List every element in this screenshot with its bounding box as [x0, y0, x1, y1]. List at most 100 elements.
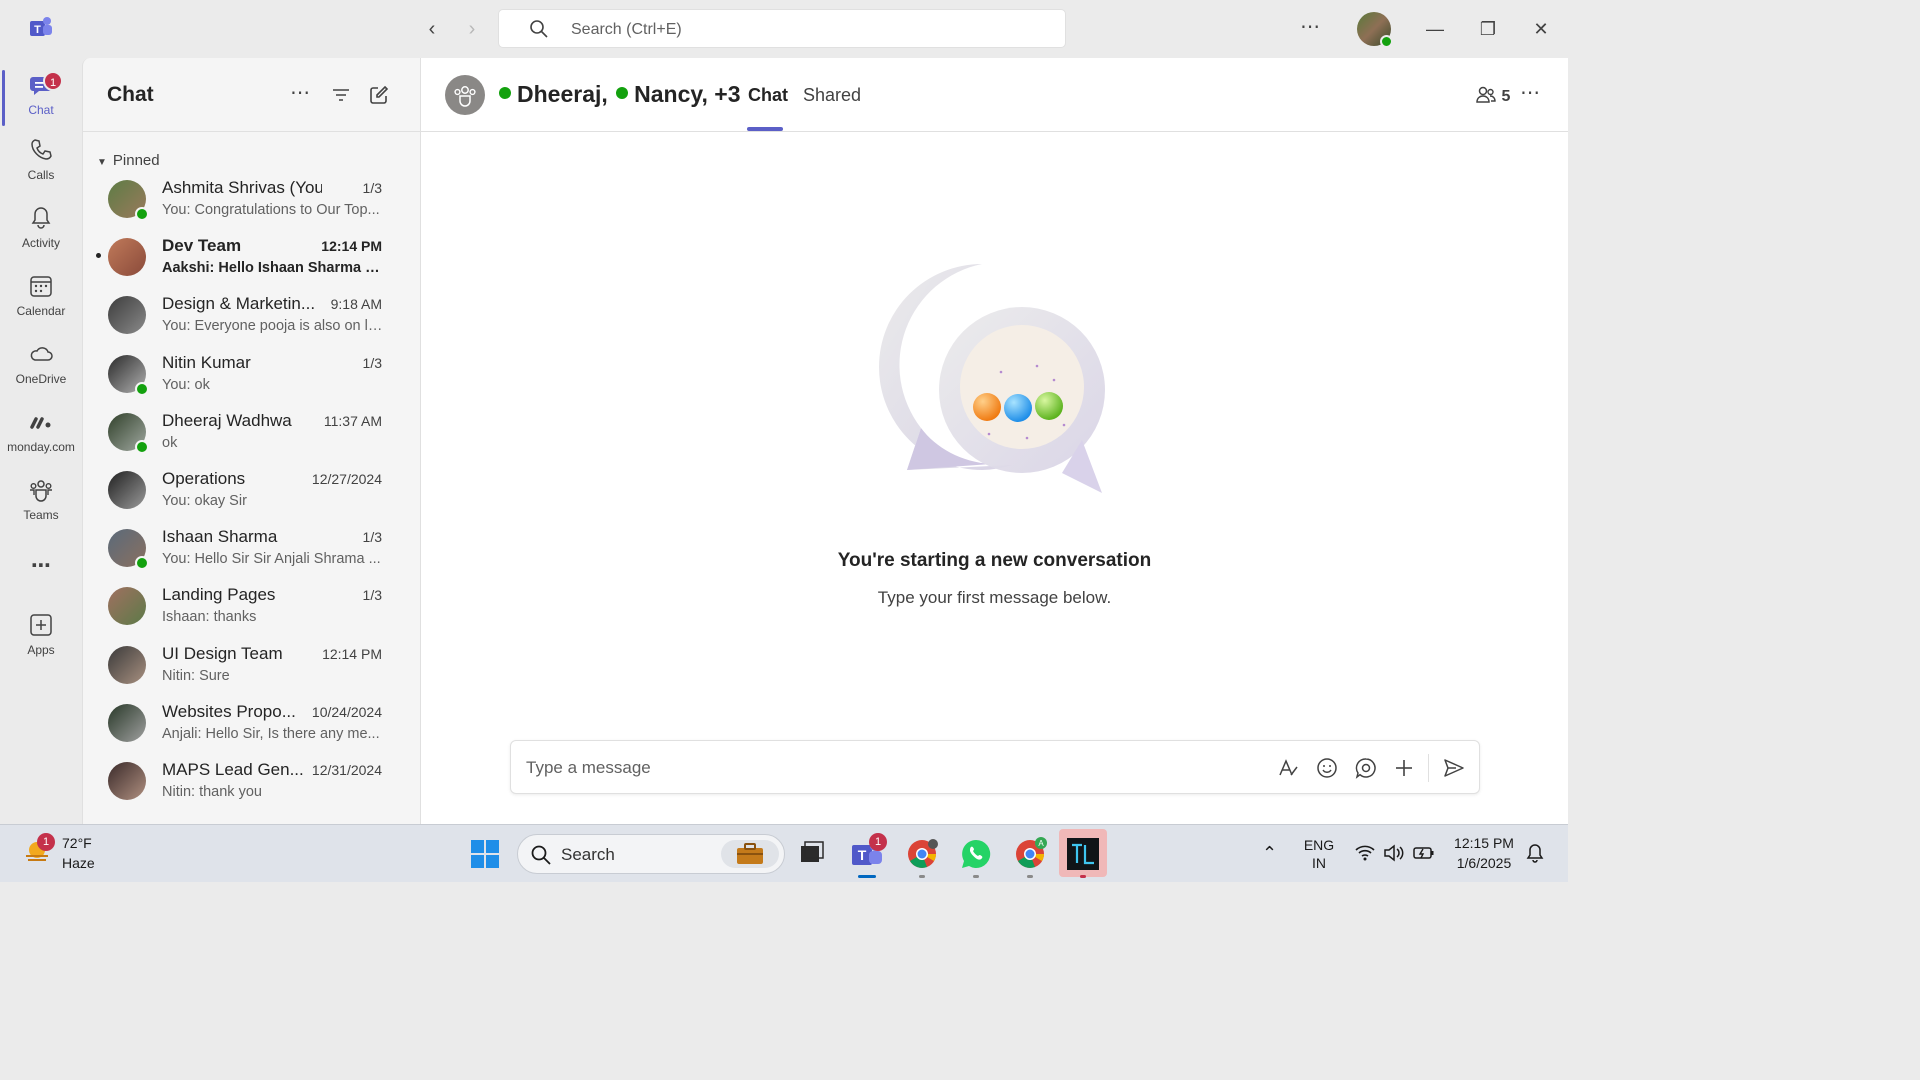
- rail-item-teams[interactable]: Teams: [0, 476, 82, 538]
- rail-item-monday[interactable]: monday.com: [0, 408, 82, 470]
- chat-list-item[interactable]: Nitin Kumar 1/3 You: ok: [83, 349, 420, 407]
- volume-icon[interactable]: [1383, 843, 1405, 863]
- language-region[interactable]: IN: [1300, 855, 1338, 871]
- chat-list-item[interactable]: Websites Propo... 10/24/2024 Anjali: Hello…: [83, 698, 420, 756]
- chat-list-item[interactable]: Dev Team 12:14 PM Aakshi: Hello Ishaan Sha…: [83, 232, 420, 290]
- rail-label-chat: Chat: [28, 103, 54, 117]
- avatar: [108, 354, 149, 396]
- whatsapp-icon[interactable]: [956, 834, 996, 874]
- pinned-label: Pinned: [112, 152, 160, 169]
- chat-time: 12/31/2024: [311, 762, 382, 778]
- rail-item-onedrive[interactable]: OneDrive: [0, 340, 82, 402]
- language-code[interactable]: ENG: [1300, 837, 1338, 853]
- chat-preview: Aakshi: Hello Ishaan Sharma sir...: [162, 260, 384, 277]
- taskbar-search-input[interactable]: Search: [517, 834, 785, 874]
- app-indicator: [973, 875, 979, 878]
- avatar: [108, 296, 146, 335]
- battery-icon[interactable]: [1412, 843, 1436, 863]
- forward-arrow-icon[interactable]: ›: [461, 18, 483, 40]
- conversation-more-icon[interactable]: ⋯: [1520, 80, 1540, 105]
- tl-app-icon[interactable]: [1063, 834, 1103, 874]
- chat-name: Ishaan Sharma: [162, 527, 278, 547]
- chat-list-item[interactable]: Dheeraj Wadhwa 11:37 AM ok: [83, 407, 420, 465]
- active-app-indicator: [858, 875, 876, 878]
- chat-time: 1/3: [362, 354, 382, 371]
- chat-list-item[interactable]: Design & Marketin... 9:18 AM You: Everyone…: [83, 290, 420, 348]
- new-chat-icon[interactable]: [368, 84, 390, 106]
- chat-preview: You: okay Sir: [162, 493, 247, 509]
- loop-icon[interactable]: [1355, 757, 1377, 779]
- chat-preview: You: ok: [162, 376, 210, 393]
- chat-name: Design & Marketin...: [162, 294, 316, 314]
- more-apps-icon[interactable]: ⋯: [0, 553, 82, 583]
- weather-temp[interactable]: 72°F: [62, 835, 92, 851]
- pinned-section-header[interactable]: ▼ Pinned: [97, 152, 160, 169]
- teams-taskbar-badge: 1: [869, 833, 887, 851]
- chat-name: Landing Pages: [162, 585, 276, 605]
- chat-list-item[interactable]: Ishaan Sharma 1/3 You: Hello Sir Sir Anjal…: [83, 523, 420, 581]
- search-input[interactable]: Search (Ctrl+E): [498, 9, 1066, 48]
- send-icon[interactable]: [1443, 757, 1465, 779]
- windows-start-icon[interactable]: [465, 834, 505, 874]
- avatar: [108, 587, 146, 626]
- empty-state-subtitle: Type your first message below.: [877, 588, 1112, 607]
- search-icon: [531, 845, 551, 865]
- message-compose-box[interactable]: Type a message: [510, 740, 1480, 794]
- chat-list-item[interactable]: UI Design Team 12:14 PM Nitin: Sure: [83, 640, 420, 698]
- new-conversation-illustration: [879, 264, 1105, 493]
- rail-item-activity[interactable]: Activity: [0, 204, 82, 266]
- rail-item-apps[interactable]: Apps: [0, 611, 82, 673]
- app-rail: 1 Chat Calls Activity Calendar OneDrive: [0, 58, 82, 824]
- profile-avatar[interactable]: [1357, 12, 1393, 48]
- chrome-icon[interactable]: [902, 834, 942, 874]
- wifi-icon[interactable]: [1354, 843, 1376, 863]
- avatar: [108, 762, 146, 800]
- format-icon[interactable]: [1277, 757, 1299, 779]
- notifications-icon[interactable]: [1524, 842, 1546, 864]
- avatar: [108, 180, 149, 221]
- chat-time: 10/24/2024: [311, 703, 382, 720]
- chat-preview: You: Everyone pooja is also on le...: [162, 318, 384, 335]
- minimize-button[interactable]: —: [1422, 16, 1448, 42]
- settings-more-icon[interactable]: ⋯: [1300, 14, 1321, 39]
- conversation-title[interactable]: Dheeraj, Nancy, +3: [499, 81, 741, 108]
- chrome-profile-icon[interactable]: A: [1010, 834, 1050, 874]
- clock-time[interactable]: 12:15 PM: [1446, 835, 1522, 851]
- chevron-up-icon[interactable]: ⌃: [1262, 843, 1277, 864]
- rail-item-calendar[interactable]: Calendar: [0, 272, 82, 334]
- chat-preview: Ishaan: thanks: [162, 609, 257, 626]
- rail-label-apps: Apps: [27, 643, 55, 657]
- participants-button[interactable]: 5: [1475, 85, 1510, 106]
- back-arrow-icon[interactable]: ‹: [421, 18, 443, 40]
- chat-preview: Anjali: Hello Sir, Is there any me...: [162, 725, 380, 742]
- chat-time: 11:37 AM: [323, 412, 382, 429]
- clock-date[interactable]: 1/6/2025: [1446, 855, 1522, 871]
- tab-chat[interactable]: Chat: [748, 85, 788, 106]
- chat-more-icon[interactable]: ⋯: [290, 83, 312, 106]
- group-avatar[interactable]: [445, 75, 485, 115]
- task-view-icon[interactable]: [792, 834, 832, 874]
- presence-icon: [135, 556, 149, 571]
- presence-icon: [135, 381, 149, 396]
- chat-list-item[interactable]: Ashmita Shrivas (You) 1/3 You: Congratulat…: [83, 174, 420, 232]
- restore-button[interactable]: ❐: [1475, 16, 1501, 42]
- filter-icon[interactable]: [330, 84, 352, 106]
- emoji-icon[interactable]: [1316, 757, 1338, 779]
- chat-list-item[interactable]: Landing Pages 1/3 Ishaan: thanks: [83, 581, 420, 639]
- weather-desc[interactable]: Haze: [62, 855, 95, 871]
- conversation-pane: Dheeraj, Nancy, +3 Chat Shared 5 ⋯ You'r…: [421, 58, 1568, 824]
- bell-icon: [31, 207, 51, 229]
- compose-divider: [1428, 754, 1429, 782]
- weather-badge: 1: [37, 833, 55, 851]
- teams-logo-icon[interactable]: T: [28, 15, 54, 41]
- participant-name: Dheeraj,: [517, 81, 608, 107]
- chat-list-item[interactable]: Operations 12/27/2024 You: okay Sir: [83, 465, 420, 523]
- add-icon[interactable]: [1393, 757, 1415, 779]
- chat-list-item[interactable]: MAPS Lead Gen... 12/31/2024 Nitin: thank y…: [83, 756, 420, 814]
- rail-item-chat[interactable]: 1 Chat: [0, 65, 82, 127]
- rail-item-calls[interactable]: Calls: [0, 136, 82, 198]
- calendar-icon: [30, 276, 52, 297]
- svg-text:T: T: [858, 847, 867, 863]
- close-button[interactable]: ✕: [1528, 16, 1554, 42]
- tab-shared[interactable]: Shared: [803, 85, 861, 106]
